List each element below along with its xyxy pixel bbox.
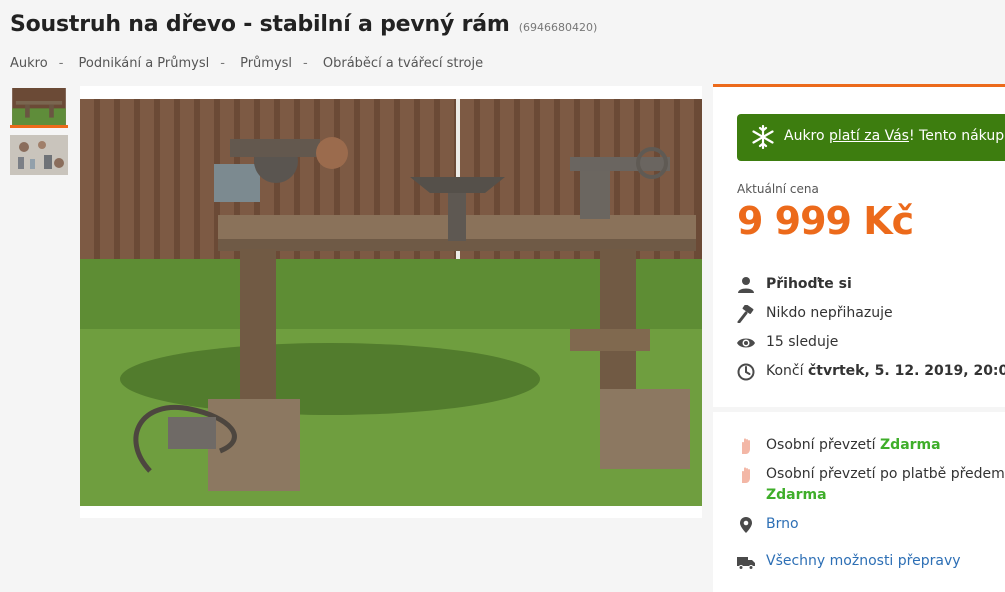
hand-icon bbox=[742, 438, 750, 454]
watchers-label: 15 sleduje bbox=[766, 334, 839, 350]
promo-banner[interactable]: Aukro platí za Vás! Tento nákup n bbox=[737, 114, 1005, 161]
snowflake-icon bbox=[752, 125, 774, 149]
pickup-prepaid-label: Osobní převzetí po platbě předem bbox=[766, 466, 1005, 482]
item-id: (6946680420) bbox=[518, 21, 598, 34]
thumbnail-strip bbox=[10, 88, 70, 182]
eye-icon bbox=[737, 338, 755, 348]
current-price: 9 999 Kč bbox=[737, 199, 914, 243]
delivery-panel: Osobní převzetí Zdarma Osobní převzetí p… bbox=[713, 412, 1005, 592]
map-pin-icon bbox=[740, 517, 752, 533]
promo-banner-text: Aukro platí za Vás! Tento nákup n bbox=[784, 128, 1005, 144]
main-photo-wood-lathe[interactable] bbox=[80, 99, 702, 506]
shipping-options-link[interactable]: Všechny možnosti přepravy bbox=[766, 553, 961, 569]
pickup-text: Osobní převzetí Zdarma bbox=[766, 437, 941, 453]
price-label: Aktuální cena bbox=[737, 182, 819, 196]
clock-icon bbox=[737, 363, 755, 381]
promo-prefix: Aukro bbox=[784, 128, 830, 144]
breadcrumb-item-machines[interactable]: Obráběcí a tvářecí stroje bbox=[323, 56, 483, 71]
truck-icon bbox=[737, 557, 755, 570]
thumbnail-tools[interactable] bbox=[10, 135, 68, 175]
breadcrumb-item-business[interactable]: Podnikání a Průmysl bbox=[79, 56, 210, 71]
pickup-prepaid-price: Zdarma bbox=[766, 487, 827, 503]
gavel-icon bbox=[737, 305, 754, 323]
hand-icon bbox=[742, 467, 750, 483]
bidders-label: Nikdo nepřihazuje bbox=[766, 305, 893, 321]
promo-suffix: ! Tento nákup n bbox=[908, 128, 1005, 144]
pickup-label: Osobní převzetí bbox=[766, 437, 881, 453]
pickup-price: Zdarma bbox=[880, 437, 941, 453]
promo-link[interactable]: platí za Vás bbox=[829, 128, 909, 144]
title-row: Soustruh na dřevo - stabilní a pevný rám… bbox=[10, 12, 597, 37]
end-time-value: čtvrtek, 5. 12. 2019, 20:00:00 bbox=[807, 363, 1005, 379]
breadcrumb-item-industry[interactable]: Průmysl bbox=[240, 56, 292, 71]
bid-label: Přihoďte si bbox=[766, 276, 852, 292]
buy-panel: Aukro platí za Vás! Tento nákup n Aktuál… bbox=[713, 84, 1005, 407]
end-time: Končí čtvrtek, 5. 12. 2019, 20:00:00 bbox=[766, 363, 1005, 379]
main-photo-container bbox=[80, 86, 702, 518]
page-title: Soustruh na dřevo - stabilní a pevný rám bbox=[10, 12, 510, 37]
thumbnail-wood-lathe[interactable] bbox=[10, 88, 68, 128]
breadcrumb-item-aukro[interactable]: Aukro bbox=[10, 56, 48, 71]
end-time-prefix: Končí bbox=[766, 363, 808, 379]
breadcrumb: Aukro - Podnikání a Průmysl - Průmysl - Obr… bbox=[10, 56, 484, 71]
person-icon bbox=[738, 277, 754, 293]
location-link[interactable]: Brno bbox=[766, 516, 799, 532]
